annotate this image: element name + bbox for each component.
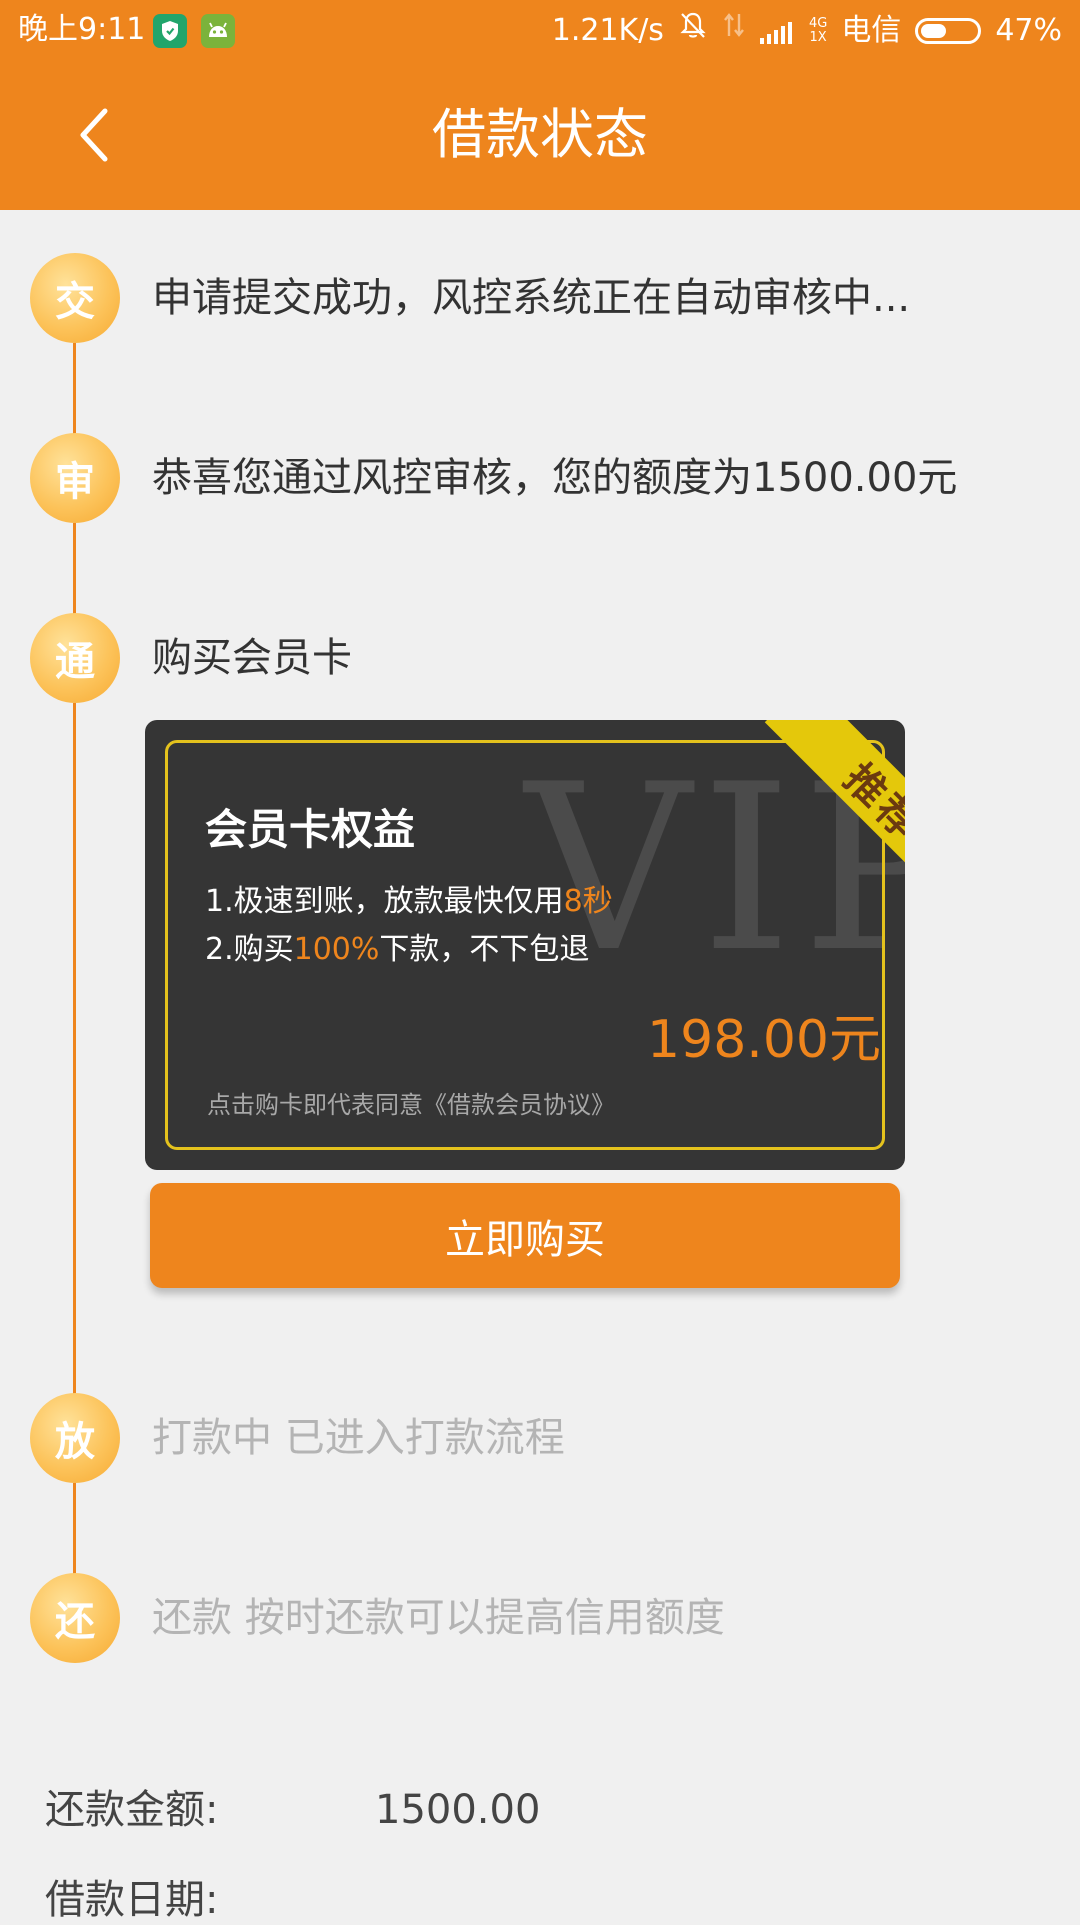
net-speed: 1.21K/s — [551, 12, 664, 48]
step-badge-repay: 还 — [30, 1573, 120, 1663]
battery-fill — [921, 23, 947, 38]
status-time: 晚上9:11 — [18, 12, 146, 47]
repay-amount-row: 还款金额: 1500.00 — [45, 1785, 540, 1835]
repay-amount-value: 1500.00 — [375, 1787, 541, 1833]
app-bar: 借款状态 — [0, 60, 1080, 210]
timeline-connector — [73, 523, 76, 623]
buy-now-button[interactable]: 立即购买 — [150, 1183, 900, 1288]
loan-date-label: 借款日期: — [45, 1877, 219, 1923]
status-bar: 晚上9:11 1.21K/s 4G 1X 电信 47% — [0, 0, 1080, 60]
vip-card-title: 会员卡权益 — [205, 805, 416, 854]
step-badge-pass: 通 — [30, 613, 120, 703]
step-badge-disburse: 放 — [30, 1393, 120, 1483]
step-badge-submit: 交 — [30, 253, 120, 343]
page-title: 借款状态 — [432, 103, 648, 166]
network-type-badge: 4G 1X — [808, 15, 828, 45]
vip-benefit-2: 2.购买100%下款，不下包退 — [205, 932, 590, 967]
step-text-submit: 申请提交成功，风控系统正在自动审核中... — [152, 275, 911, 321]
mute-bell-icon — [678, 10, 708, 51]
vip-card-price: 198.00元 — [647, 1010, 881, 1070]
vip-agreement-link[interactable]: 点击购卡即代表同意《借款会员协议》 — [207, 1090, 615, 1120]
shield-icon — [153, 14, 187, 48]
step-text-pass: 购买会员卡 — [152, 635, 352, 681]
timeline-connector — [73, 1483, 76, 1583]
signal-icon — [759, 18, 795, 44]
timeline-connector — [73, 703, 76, 1403]
status-right-group: 1.21K/s 4G 1X 电信 47% — [538, 10, 1062, 51]
android-icon — [201, 14, 235, 48]
vip-membership-card: VIP 推荐 会员卡权益 1.极速到账，放款最快仅用8秒 2.购买100%下款，… — [145, 720, 905, 1170]
battery-percent: 47% — [995, 12, 1062, 48]
step-badge-review: 审 — [30, 433, 120, 523]
carrier-name: 电信 — [841, 12, 902, 48]
repay-amount-label: 还款金额: — [45, 1787, 219, 1833]
battery-icon — [915, 17, 982, 44]
timeline-connector — [73, 343, 76, 443]
data-arrows-icon — [722, 10, 746, 51]
vip-benefit-1: 1.极速到账，放款最快仅用8秒 — [205, 884, 613, 919]
step-text-disburse: 打款中 已进入打款流程 — [152, 1415, 565, 1461]
loan-date-row: 借款日期: — [45, 1875, 218, 1925]
step-text-review: 恭喜您通过风控审核，您的额度为1500.00元 — [152, 455, 958, 501]
step-text-repay: 还款 按时还款可以提高信用额度 — [152, 1595, 725, 1641]
